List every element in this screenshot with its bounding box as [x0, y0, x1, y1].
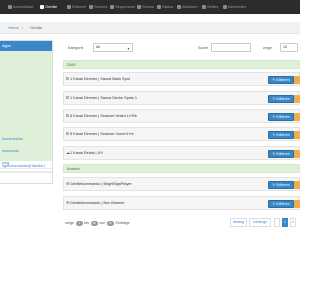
dropdown-toggle-button[interactable]: [294, 95, 300, 103]
group-header-andere: Andere: [63, 164, 300, 173]
pagination-spacer: [274, 218, 280, 227]
nav-item-abmelden[interactable]: Abmelden: [223, 4, 246, 10]
range-end-badge: 10: [90, 221, 98, 226]
range-start-badge: 1: [75, 221, 83, 226]
table-row: Ⅲ 1 Kanal Dimmer | Sauna Decke Spots 1 ✎…: [63, 91, 300, 105]
nav-item-sequenzen[interactable]: Sequenzen: [110, 4, 135, 10]
device-label: Gerätekommando | BrightSignPlayer: [70, 182, 132, 186]
table-row: Ⅲ 8 Kanal Dimmer | Scanner Vorne li+re ✎…: [63, 127, 300, 141]
device-label: Gerätekommando | Nec Beamer: [70, 201, 125, 205]
dimmer-icon: Ⅲ: [66, 114, 69, 118]
table-row: ⚙ Gerätekommando | BrightSignPlayer ✎Edi…: [63, 177, 300, 191]
chevron-down-icon: ▼: [127, 47, 130, 51]
search-label: Suche: [198, 46, 209, 50]
logout-icon: [223, 4, 227, 9]
command-icon: ⚙: [66, 201, 70, 205]
sequence-icon: [110, 4, 114, 9]
category-label: Kategorie: [68, 46, 84, 50]
dimmer-icon: Ⅲ: [66, 132, 69, 136]
device-label: 8 Kanal Dimmer | Scanner Vorne li+re: [70, 132, 134, 136]
dropdown-toggle-button[interactable]: [294, 76, 300, 84]
table-row: ⚙ Gerätekommando | Nec Beamer ✎Editieren: [63, 196, 300, 210]
show-icon: [137, 4, 141, 9]
table-row: ☁ 1 Kanal Relais | UV ✎Editieren: [63, 146, 300, 160]
sidebar-item-ping[interactable]: ping: [0, 158, 52, 169]
filter-bar: Kategorie All ▼ Suche zeige 10: [63, 43, 300, 53]
top-navbar: Anschlüsse Geräte Dimmer Scenes Sequenze…: [0, 0, 300, 14]
sidebar-item-geraete[interactable]: lägen: [0, 41, 52, 52]
command-icon: ⚙: [66, 182, 70, 186]
scene-icon: [89, 4, 93, 9]
pencil-icon: ✎: [272, 78, 276, 82]
nav-item-scenes[interactable]: Scenes: [89, 4, 107, 10]
status-icon: [157, 4, 161, 9]
action-icon: [177, 4, 181, 9]
dropdown-toggle-button[interactable]: [294, 113, 300, 121]
dropdown-toggle-button[interactable]: [294, 131, 300, 139]
nav-item-anschluesse[interactable]: Anschlüsse: [8, 4, 33, 10]
pencil-icon: ✎: [272, 97, 276, 101]
dimmer-icon: Ⅲ: [66, 77, 69, 81]
device-label: 8 Kanal Dimmer | Scanner hinten Li+Re: [70, 114, 137, 118]
pencil-icon: ✎: [272, 183, 276, 187]
breadcrumb-current: Geräte: [30, 25, 43, 30]
search-input[interactable]: [211, 43, 251, 52]
sidebar-spacer: [0, 172, 52, 173]
category-select[interactable]: All ▼: [93, 43, 133, 52]
pagination-page-2[interactable]: 2: [290, 218, 296, 227]
nav-item-geraete[interactable]: Geräte: [40, 4, 57, 10]
dimmer-icon: Ⅲ: [66, 96, 69, 100]
nav-item-dimmer[interactable]: Dimmer: [67, 4, 86, 10]
gear-icon: [40, 4, 44, 9]
sidebar-item-kommande[interactable]: ommande: [0, 146, 52, 157]
show-count-label: zeige: [263, 46, 272, 50]
dropdown-toggle-button[interactable]: [294, 181, 300, 189]
table-row: Ⅲ 8 Kanal Dimmer | Scanner hinten Li+Re …: [63, 109, 300, 123]
table-row: Ⅲ 1 Kanal Dimmer | Sauna Bank Spot ✎Edit…: [63, 72, 300, 86]
edit-button[interactable]: ✎Editieren: [268, 150, 294, 158]
edit-button[interactable]: ✎Editieren: [268, 76, 294, 84]
edit-button[interactable]: ✎Editieren: [268, 181, 294, 189]
group-header-dmx: DMX: [63, 60, 300, 69]
edit-button[interactable]: ✎Editieren: [268, 131, 294, 139]
pagination-first[interactable]: Anfang: [230, 218, 247, 227]
plug-icon: [8, 4, 12, 9]
breadcrumb-home-link[interactable]: Home: [8, 25, 19, 31]
sidebar-item-kommandos[interactable]: kommandos: [0, 134, 52, 145]
pencil-icon: ✎: [272, 115, 276, 119]
breadcrumb: Home / Geräte: [0, 22, 300, 34]
nav-item-shows[interactable]: Shows: [137, 4, 154, 10]
nav-item-seiten[interactable]: Seiten: [202, 4, 218, 10]
total-count-badge: 37: [106, 221, 114, 226]
device-label: 1 Kanal Relais | UV: [70, 151, 103, 155]
page-icon: [202, 4, 206, 9]
edit-button[interactable]: ✎Editieren: [268, 113, 294, 121]
pagination-page-1[interactable]: 1: [282, 218, 288, 227]
dropdown-toggle-button[interactable]: [294, 150, 300, 158]
show-count-select[interactable]: 10: [280, 43, 298, 52]
pencil-icon: ✎: [272, 202, 276, 206]
edit-button[interactable]: ✎Editieren: [268, 95, 294, 103]
pencil-icon: ✎: [272, 133, 276, 137]
device-label: 1 Kanal Dimmer | Sauna Bank Spot: [70, 77, 130, 81]
nav-item-status[interactable]: Status: [157, 4, 173, 10]
nav-item-aktionen[interactable]: Aktionen: [177, 4, 198, 10]
device-label: 1 Kanal Dimmer | Sauna Decke Spots 1: [70, 96, 138, 100]
dropdown-toggle-button[interactable]: [294, 200, 300, 208]
dimmer-icon: [67, 4, 71, 9]
pagination-prev[interactable]: vorherige: [249, 218, 271, 227]
pencil-icon: ✎: [272, 152, 276, 156]
breadcrumb-separator: /: [22, 25, 24, 30]
pagination-info: zeige 1 bis 10 von 37 Einträge: [65, 221, 130, 226]
edit-button[interactable]: ✎Editieren: [268, 200, 294, 208]
